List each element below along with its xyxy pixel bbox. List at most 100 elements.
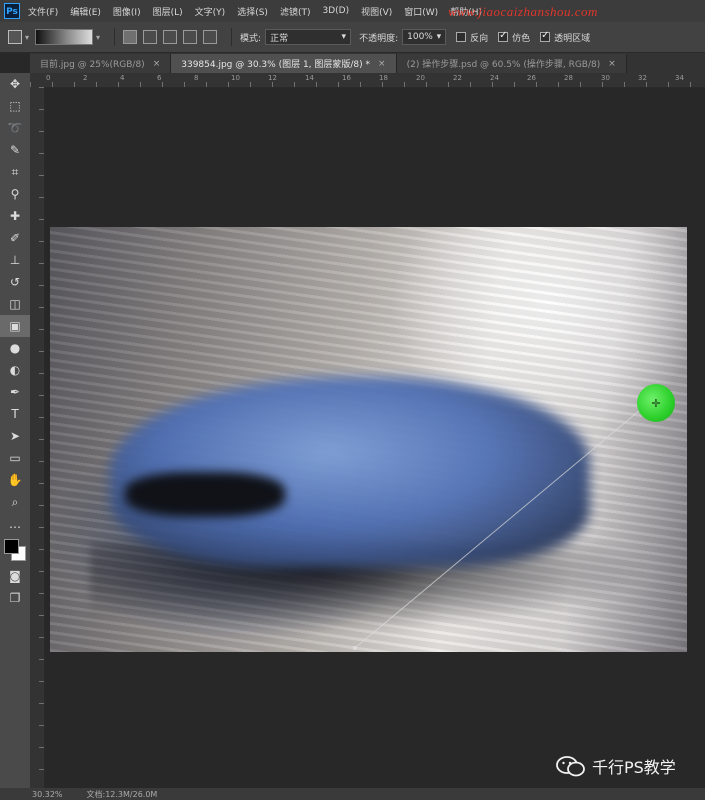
document-tab[interactable]: (2) 操作步骤.psd @ 60.5% (操作步骤, RGB/8) × [396, 54, 627, 73]
transparency-checkbox[interactable]: 透明区域 [540, 30, 591, 44]
color-swatches[interactable] [0, 535, 30, 565]
linear-gradient-button[interactable] [123, 30, 138, 44]
menu-image[interactable]: 图像(I) [113, 5, 141, 18]
reverse-checkbox[interactable]: 反向 [456, 31, 488, 44]
menu-view[interactable]: 视图(V) [361, 5, 392, 18]
zoom-level[interactable]: 30.32% [32, 790, 63, 799]
chevron-down-icon: ▾ [341, 32, 347, 42]
lasso-icon[interactable]: ➰ [0, 117, 30, 139]
photoshop-logo: Ps [4, 3, 20, 19]
chevron-down-icon[interactable]: ▾ [96, 33, 100, 42]
branding-text: 千行PS教学 [592, 758, 676, 777]
ruler-tick-label: 12 [268, 74, 277, 82]
diamond-gradient-button[interactable] [203, 30, 218, 44]
dither-label: 仿色 [512, 33, 531, 44]
ruler-horizontal[interactable]: 0 2 4 6 8 10 12 14 16 18 20 22 24 26 28 30 32 34 [30, 73, 705, 88]
car-grille [125, 472, 285, 517]
close-icon[interactable]: × [378, 59, 386, 69]
branding: 千行PS教学 [556, 754, 676, 778]
ruler-tick-label: 16 [342, 74, 351, 82]
hand-icon[interactable]: ✋ [0, 469, 30, 491]
ruler-vertical[interactable] [30, 87, 45, 788]
menu-file[interactable]: 文件(F) [28, 5, 58, 18]
more-icon[interactable]: … [0, 513, 30, 535]
checkbox-box[interactable] [498, 30, 509, 42]
opacity-value: 100% [407, 32, 433, 42]
history-brush-icon[interactable]: ↺ [0, 271, 30, 293]
opacity-label: 不透明度: [359, 33, 399, 44]
menu-layer[interactable]: 图层(L) [153, 5, 183, 18]
zoom-icon[interactable]: ⌕ [0, 491, 30, 513]
eraser-icon[interactable]: ◫ [0, 293, 30, 315]
ruler-tick-label: 2 [83, 74, 88, 82]
divider [231, 28, 233, 46]
watermark-text: www.jiaocaizhanshou.com [448, 4, 598, 19]
crop-icon[interactable]: ⌗ [0, 161, 30, 183]
menu-window[interactable]: 窗口(W) [404, 5, 438, 18]
pen-icon[interactable]: ✒ [0, 381, 30, 403]
divider [114, 28, 116, 46]
chevron-down-icon[interactable]: ▾ [25, 33, 29, 42]
wechat-icon [556, 756, 585, 777]
ruler-tick-label: 4 [120, 74, 125, 82]
radial-gradient-button[interactable] [143, 30, 158, 44]
ruler-tick-label: 20 [416, 74, 425, 82]
menu-filter[interactable]: 滤镜(T) [280, 5, 311, 18]
checkbox-box[interactable] [540, 30, 551, 42]
tab-label: (2) 操作步骤.psd @ 60.5% (操作步骤, RGB/8) [406, 60, 601, 70]
crosshair-icon: ✛ [651, 396, 661, 410]
close-icon[interactable]: × [153, 59, 161, 69]
type-icon[interactable]: T [0, 403, 30, 425]
tool-preset-icon[interactable] [8, 30, 22, 44]
brush-icon[interactable]: ✐ [0, 227, 30, 249]
document-tab[interactable]: 目前.jpg @ 25%(RGB/8) × [30, 54, 172, 73]
marquee-icon[interactable]: ⬚ [0, 95, 30, 117]
dodge-icon[interactable]: ◐ [0, 359, 30, 381]
mode-label: 模式: [240, 33, 262, 44]
tools-panel: ✥ ⬚ ➰ ✎ ⌗ ⚲ ✚ ✐ ⊥ ↺ ◫ ▣ ● ◐ ✒ T ➤ ▭ ✋ ⌕ … [0, 73, 31, 788]
ruler-tick-label: 32 [638, 74, 647, 82]
ruler-tick-label: 0 [46, 74, 51, 82]
document-size: 文档:12.3M/26.0M [86, 789, 158, 799]
document-tab[interactable]: 339854.jpg @ 30.3% (图层 1, 图层蒙版/8) * × [171, 54, 397, 73]
healing-icon[interactable]: ✚ [0, 205, 30, 227]
gradient-preview[interactable] [35, 29, 94, 45]
path-select-icon[interactable]: ➤ [0, 425, 30, 447]
gradient-icon[interactable]: ▣ [0, 315, 30, 337]
menu-bar: Ps 文件(F) 编辑(E) 图像(I) 图层(L) 文字(Y) 选择(S) 滤… [0, 0, 705, 22]
dither-checkbox[interactable]: 仿色 [498, 30, 531, 44]
ruler-tick-label: 14 [305, 74, 314, 82]
menu-type[interactable]: 文字(Y) [195, 5, 226, 18]
ruler-tick-label: 34 [675, 74, 684, 82]
menu-3d[interactable]: 3D(D) [322, 6, 349, 16]
eyedropper-icon[interactable]: ⚲ [0, 183, 30, 205]
move-icon[interactable]: ✥ [0, 73, 30, 95]
document-image[interactable] [50, 227, 687, 652]
menu-select[interactable]: 选择(S) [237, 5, 268, 18]
quick-mask-icon[interactable]: ◙ [0, 565, 30, 587]
reflected-gradient-button[interactable] [183, 30, 198, 44]
options-bar: ▾ ▾ 模式: 正常 ▾ 不透明度: 100% ▾ 反向 仿色 透明区域 [0, 22, 705, 53]
ruler-tick-label: 30 [601, 74, 610, 82]
document-tabs: 目前.jpg @ 25%(RGB/8) × 339854.jpg @ 30.3%… [30, 53, 705, 73]
cursor-highlight: ✛ [637, 384, 675, 422]
opacity-input[interactable]: 100% ▾ [402, 29, 447, 45]
checkbox-box[interactable] [456, 32, 467, 42]
mode-select[interactable]: 正常 ▾ [265, 29, 352, 45]
ruler-tick-label: 24 [490, 74, 499, 82]
tab-label: 339854.jpg @ 30.3% (图层 1, 图层蒙版/8) * [181, 60, 371, 70]
angle-gradient-button[interactable] [163, 30, 178, 44]
stamp-icon[interactable]: ⊥ [0, 249, 30, 271]
foreground-color-swatch[interactable] [4, 539, 19, 554]
mode-value: 正常 [270, 33, 289, 44]
rectangle-icon[interactable]: ▭ [0, 447, 30, 469]
quick-select-icon[interactable]: ✎ [0, 139, 30, 161]
close-icon[interactable]: × [608, 59, 616, 69]
ruler-tick-label: 22 [453, 74, 462, 82]
chevron-down-icon: ▾ [436, 32, 442, 42]
blur-icon[interactable]: ● [0, 337, 30, 359]
menu-edit[interactable]: 编辑(E) [70, 5, 101, 18]
transparency-label: 透明区域 [554, 33, 591, 44]
ruler-tick-label: 8 [194, 74, 199, 82]
screen-mode-icon[interactable]: ❐ [0, 587, 30, 609]
